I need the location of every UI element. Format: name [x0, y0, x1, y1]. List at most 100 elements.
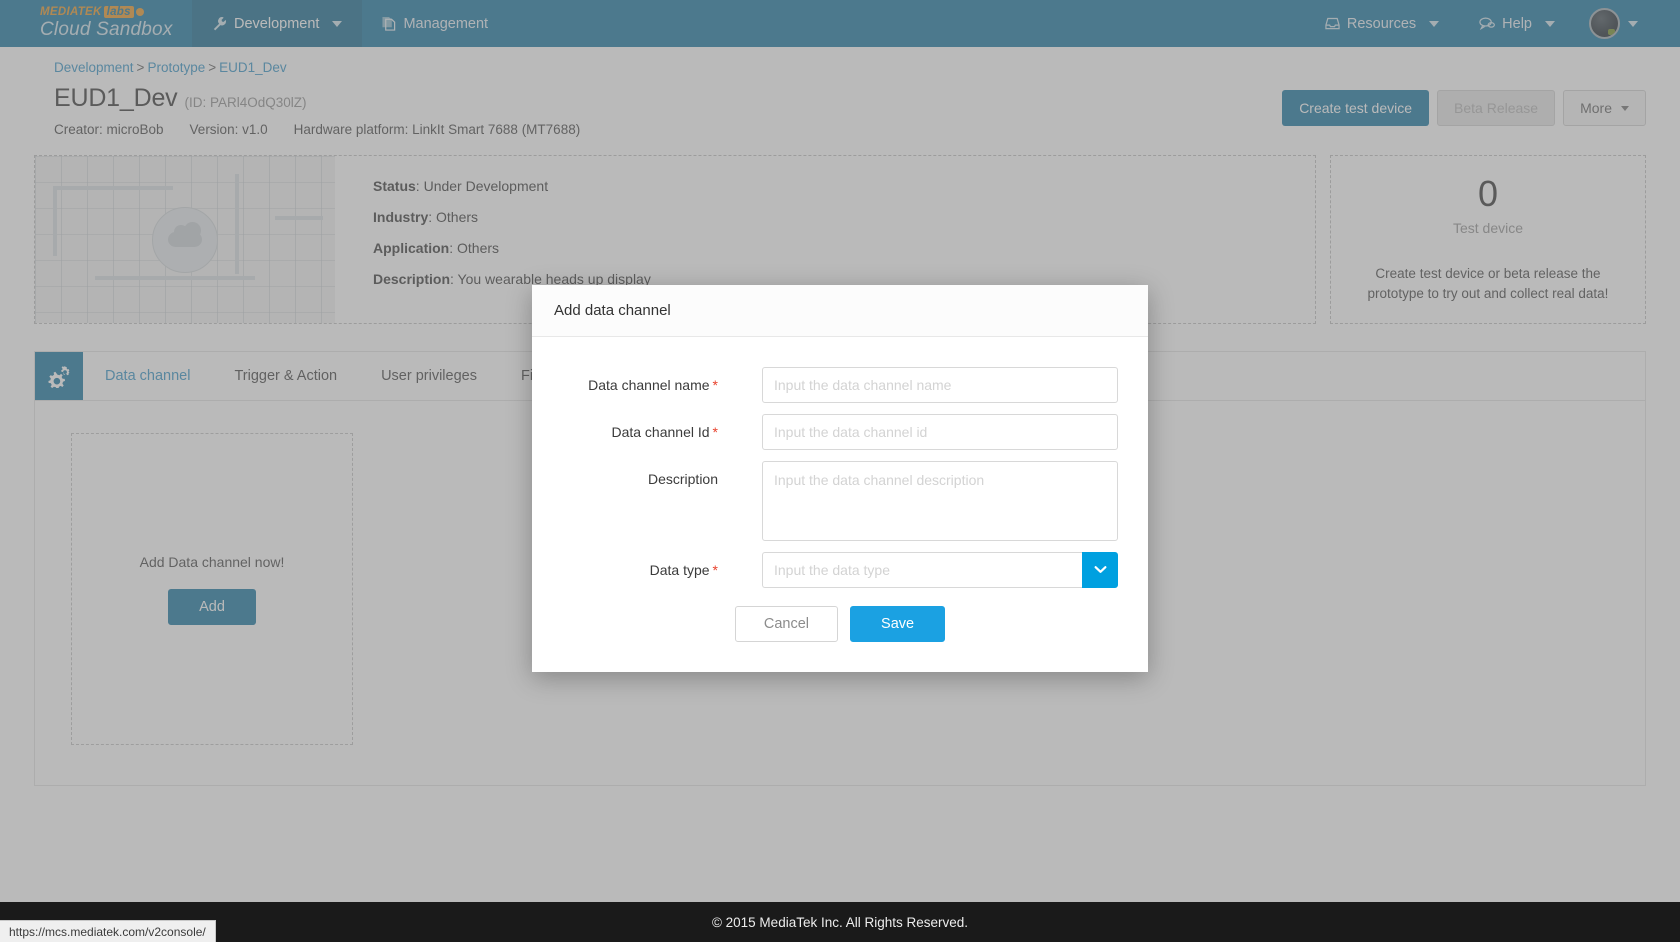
info-row-application: Application: Others — [373, 240, 500, 256]
field-label-data-type: Data type * — [562, 552, 762, 578]
field-row-data-type: Data type * — [562, 552, 1118, 588]
description-textarea[interactable] — [762, 461, 1118, 541]
meta-creator: Creator: microBob — [54, 122, 164, 137]
info-key: Status — [373, 178, 416, 194]
data-type-select — [762, 552, 1118, 588]
field-label-text: Data channel name — [588, 377, 710, 393]
dialog-body: Data channel name* Data channel Id* Desc… — [532, 337, 1148, 588]
info-row-industry: Industry: Others — [373, 209, 479, 225]
cancel-button[interactable]: Cancel — [734, 606, 839, 642]
top-navigation-right: Resources Help — [1305, 0, 1680, 47]
nav-item-resources[interactable]: Resources — [1305, 0, 1459, 47]
create-test-device-button[interactable]: Create test device — [1282, 90, 1430, 127]
board-trace — [95, 276, 255, 280]
breadcrumb-item-current[interactable]: EUD1_Dev — [219, 60, 287, 75]
tab-label: Trigger & Action — [234, 368, 338, 385]
data-channel-id-input[interactable] — [762, 414, 1118, 450]
test-device-label: Test device — [1452, 220, 1524, 236]
required-marker: * — [712, 562, 718, 578]
info-value: Others — [436, 209, 479, 225]
field-label-data-channel-id: Data channel Id * — [562, 414, 762, 440]
nav-item-management[interactable]: Management — [362, 0, 508, 47]
brand-labs-chip: labs — [103, 6, 134, 18]
meta-version: Version: v1.0 — [189, 122, 268, 137]
chevron-down-icon — [1545, 20, 1555, 27]
field-label-text: Data channel Id — [611, 424, 710, 440]
save-button[interactable]: Save — [850, 606, 946, 642]
chevron-down-icon — [332, 20, 343, 27]
brand-labs-mark: MEDIATEK labs — [40, 6, 192, 18]
user-menu-caret[interactable] — [1626, 0, 1658, 47]
more-button[interactable]: More — [1563, 90, 1646, 127]
tab-trigger-action[interactable]: Trigger & Action — [212, 352, 359, 400]
field-control — [762, 367, 1118, 403]
chevron-down-icon — [1094, 561, 1107, 579]
tab-user-privileges[interactable]: User privileges — [359, 352, 499, 400]
data-channel-name-input[interactable] — [762, 367, 1118, 403]
page-title: EUD1_Dev — [54, 84, 178, 112]
dialog-title: Add data channel — [532, 285, 1148, 337]
chevron-down-icon — [1621, 105, 1629, 111]
required-marker: * — [712, 377, 718, 393]
tab-label: User privileges — [381, 368, 477, 385]
wrench-icon — [212, 16, 227, 31]
breadcrumb-item-prototype[interactable]: Prototype — [147, 60, 205, 75]
required-marker: * — [712, 424, 718, 440]
document-icon — [382, 16, 396, 31]
data-type-dropdown-button[interactable] — [1082, 552, 1118, 588]
field-label-text: Description — [647, 471, 718, 487]
field-control — [762, 461, 1118, 541]
data-channel-empty-state: Add Data channel now! Add — [71, 433, 353, 746]
brand-dot-icon — [135, 8, 144, 16]
header-actions: Create test device Beta Release More — [1282, 90, 1646, 127]
gears-icon — [35, 352, 83, 401]
dialog-footer: Cancel Save — [532, 588, 1148, 672]
avatar — [1589, 8, 1620, 39]
info-key: Industry — [373, 209, 429, 225]
beta-release-button[interactable]: Beta Release — [1437, 90, 1556, 127]
prototype-id: (ID: PARl4OdQ30lZ) — [184, 95, 307, 110]
meta-hardware-platform: Hardware platform: LinkIt Smart 7688 (MT… — [293, 122, 581, 137]
info-value: Others — [457, 240, 500, 256]
nav-label-help: Help — [1502, 15, 1532, 32]
empty-state-text: Add Data channel now! — [139, 553, 285, 570]
status-bar-url: https://mcs.mediatek.com/v2console/ — [9, 924, 206, 939]
chevron-down-icon — [1628, 20, 1638, 27]
test-device-hint-line2: prototype to try out and collect real da… — [1367, 285, 1609, 301]
breadcrumb-separator: > — [136, 60, 145, 75]
info-value: Under Development — [423, 178, 549, 194]
nav-label-resources: Resources — [1346, 15, 1417, 32]
field-row-data-channel-name: Data channel name * — [562, 367, 1118, 403]
brand-product-name: Cloud Sandbox — [40, 19, 173, 40]
page-footer: © 2015 MediaTek Inc. All Rights Reserved… — [0, 902, 1680, 942]
field-label-text: Data type — [649, 562, 710, 578]
breadcrumb: Development > Prototype > EUD1_Dev — [54, 60, 1640, 75]
field-row-description: Description — [562, 461, 1118, 541]
nav-item-help[interactable]: Help — [1459, 0, 1575, 47]
nav-label-development: Development — [234, 15, 320, 32]
breadcrumb-separator: > — [208, 60, 217, 75]
info-row-status: Status: Under Development — [373, 178, 549, 194]
top-navigation-bar: MEDIATEKlabs Cloud Sandbox Development — [0, 0, 1680, 47]
breadcrumb-item-development[interactable]: Development — [54, 60, 134, 75]
field-control — [762, 552, 1118, 588]
brand-mediatek-text: MEDIATEK — [40, 6, 102, 18]
test-device-count: 0 — [1477, 173, 1499, 214]
test-device-hint: Create test device or beta release the p… — [1368, 264, 1609, 303]
field-row-data-channel-id: Data channel Id * — [562, 414, 1118, 450]
add-data-channel-dialog: Add data channel Data channel name* Data… — [532, 285, 1148, 672]
data-type-input[interactable] — [762, 552, 1082, 588]
brand-logo[interactable]: MEDIATEK labs Cloud Sandbox — [0, 0, 192, 47]
chat-icon — [1479, 17, 1496, 30]
page-root: MEDIATEKlabs Cloud Sandbox Development — [0, 0, 1680, 942]
board-trace — [53, 186, 173, 190]
test-device-hint-line1: Create test device or beta release the — [1375, 266, 1601, 281]
chevron-down-icon — [1429, 20, 1440, 27]
user-menu[interactable] — [1575, 0, 1626, 47]
tab-data-channel[interactable]: Data channel — [83, 352, 212, 400]
test-device-box: 0 Test device Create test device or beta… — [1330, 155, 1646, 325]
nav-item-development[interactable]: Development — [192, 0, 363, 47]
board-trace — [53, 186, 57, 256]
add-data-channel-button[interactable]: Add — [168, 588, 256, 625]
